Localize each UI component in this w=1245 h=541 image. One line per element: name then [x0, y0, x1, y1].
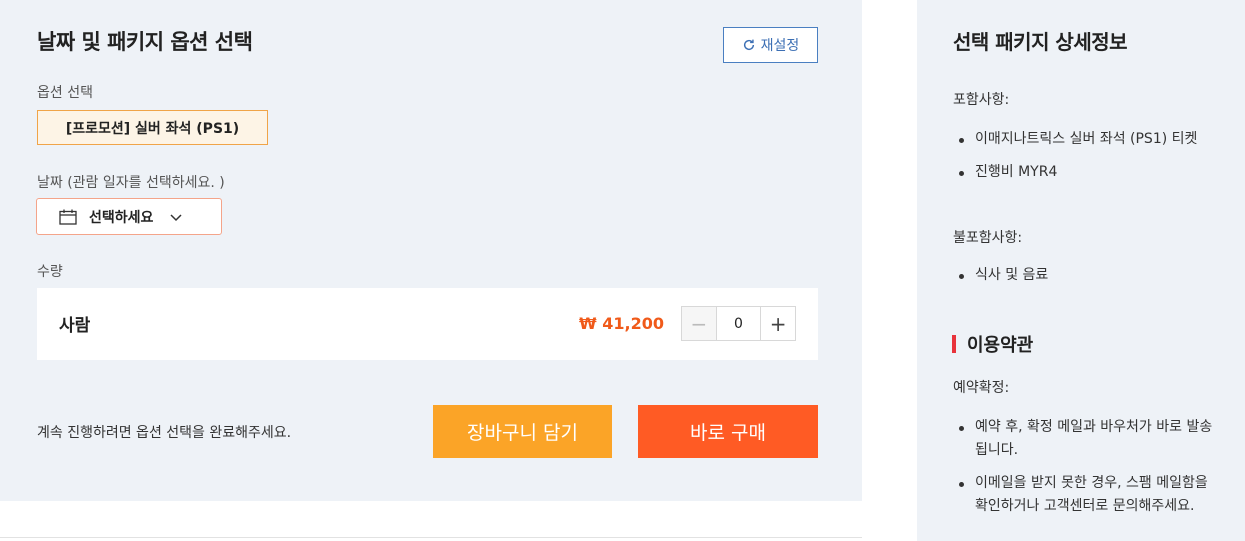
included-label: 포함사항: [953, 92, 1010, 108]
terms-accent-bar [952, 335, 956, 353]
ticket-type-name: 사람 [59, 316, 91, 336]
divider [0, 537, 862, 538]
refresh-icon [742, 38, 756, 52]
calendar-icon [59, 209, 77, 225]
date-placeholder: 선택하세요 [89, 209, 154, 226]
excluded-list: 식사 및 음료 [959, 264, 1225, 297]
list-item: 이매지나트릭스 실버 좌석 (PS1) 티켓 [959, 128, 1225, 151]
quantity-row: 사람 ₩ 41,200 − 0 + [37, 288, 818, 360]
date-section-label: 날짜 (관람 일자를 선택하세요. ) [37, 175, 225, 191]
list-item: 예약 후, 확정 메일과 바우처가 바로 발송됩니다. [959, 416, 1225, 462]
terms-title: 이용약관 [967, 335, 1034, 356]
confirmation-label: 예약확정: [953, 380, 1010, 396]
list-item: 이메일을 받지 못한 경우, 스팸 메일함을 확인하거나 고객센터로 문의해주세… [959, 472, 1225, 518]
decrease-button[interactable]: − [682, 307, 717, 340]
option-section-label: 옵션 선택 [37, 85, 93, 101]
chevron-down-icon [169, 210, 183, 224]
completion-notice: 계속 진행하려면 옵션 선택을 완료해주세요. [37, 425, 292, 441]
reset-button[interactable]: 재설정 [723, 27, 818, 63]
list-item: 진행비 MYR4 [959, 161, 1225, 184]
quantity-stepper: − 0 + [681, 306, 796, 341]
page-title: 날짜 및 패키지 옵션 선택 [37, 30, 253, 54]
add-to-cart-button[interactable]: 장바구니 담기 [433, 405, 612, 458]
date-select[interactable]: 선택하세요 [36, 198, 222, 235]
quantity-section-label: 수량 [37, 264, 63, 280]
buy-now-button[interactable]: 바로 구매 [638, 405, 818, 458]
increase-button[interactable]: + [760, 307, 796, 340]
list-item: 식사 및 음료 [959, 264, 1225, 287]
excluded-label: 불포함사항: [953, 230, 1023, 246]
quantity-value[interactable]: 0 [716, 307, 761, 340]
option-chip-selected[interactable]: [프로모션] 실버 좌석 (PS1) [37, 110, 268, 145]
reset-label: 재설정 [760, 38, 800, 54]
ticket-price: ₩ 41,200 [579, 314, 664, 333]
details-title: 선택 패키지 상세정보 [953, 30, 1128, 54]
confirmation-list: 예약 후, 확정 메일과 바우처가 바로 발송됩니다. 이메일을 받지 못한 경… [959, 416, 1225, 528]
included-list: 이매지나트릭스 실버 좌석 (PS1) 티켓 진행비 MYR4 [959, 128, 1225, 194]
